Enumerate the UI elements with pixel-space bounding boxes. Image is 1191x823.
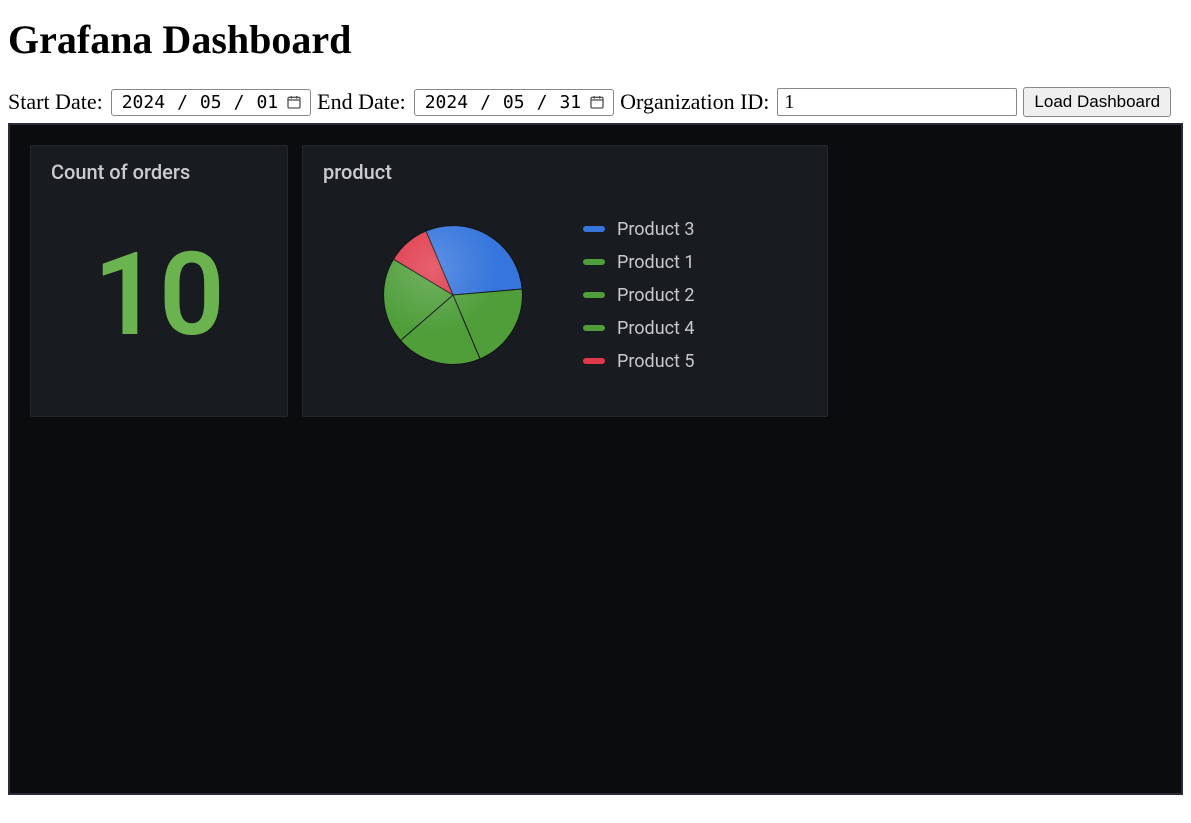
grafana-dashboard-frame: Count of orders 10 product Product 3Prod… — [8, 123, 1183, 795]
start-date-year[interactable]: 2024 — [120, 92, 167, 113]
legend-label: Product 4 — [617, 318, 695, 339]
legend-swatch — [583, 358, 605, 364]
org-id-input[interactable] — [777, 88, 1017, 116]
panel-title: product — [323, 160, 807, 184]
load-dashboard-button[interactable]: Load Dashboard — [1023, 87, 1171, 117]
panel-title: Count of orders — [51, 160, 267, 184]
legend-swatch — [583, 292, 605, 298]
legend-label: Product 5 — [617, 351, 695, 372]
page-title: Grafana Dashboard — [8, 16, 1183, 63]
calendar-icon[interactable] — [589, 94, 605, 110]
legend-item[interactable]: Product 4 — [583, 318, 695, 339]
legend-item[interactable]: Product 5 — [583, 351, 695, 372]
start-date-input[interactable]: 2024 / 05 / 01 — [111, 89, 311, 116]
pie-chart — [323, 220, 583, 370]
end-date-month[interactable]: 05 — [501, 92, 527, 113]
count-of-orders-value: 10 — [51, 194, 267, 396]
start-date-label: Start Date: — [8, 89, 103, 115]
end-date-year[interactable]: 2024 — [423, 92, 470, 113]
legend-item[interactable]: Product 2 — [583, 285, 695, 306]
product-pie-panel: product Product 3Product 1Product 2Produ… — [302, 145, 828, 417]
legend-item[interactable]: Product 1 — [583, 252, 695, 273]
end-date-label: End Date: — [317, 89, 406, 115]
legend-swatch — [583, 259, 605, 265]
legend-item[interactable]: Product 3 — [583, 219, 695, 240]
org-id-label: Organization ID: — [620, 89, 769, 115]
start-date-day[interactable]: 01 — [254, 92, 280, 113]
legend-swatch — [583, 226, 605, 232]
calendar-icon[interactable] — [286, 94, 302, 110]
start-date-month[interactable]: 05 — [198, 92, 224, 113]
count-of-orders-panel: Count of orders 10 — [30, 145, 288, 417]
end-date-day[interactable]: 31 — [557, 92, 583, 113]
legend-swatch — [583, 325, 605, 331]
legend-label: Product 2 — [617, 285, 695, 306]
legend-label: Product 3 — [617, 219, 695, 240]
end-date-input[interactable]: 2024 / 05 / 31 — [414, 89, 614, 116]
controls-bar: Start Date: 2024 / 05 / 01 End Date: 202… — [8, 87, 1183, 117]
pie-legend: Product 3 Product 1 Product 2 Product 4 Prod… — [583, 219, 695, 372]
legend-label: Product 1 — [617, 252, 695, 273]
